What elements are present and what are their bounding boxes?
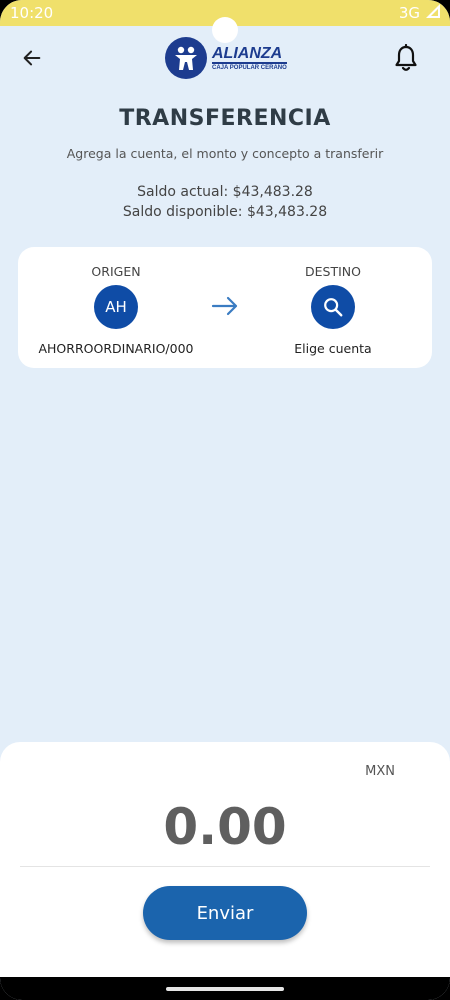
origin-avatar[interactable]: AH: [94, 285, 138, 329]
signal-icon: [426, 4, 440, 22]
send-button[interactable]: Enviar: [143, 886, 307, 940]
transfer-card: ORIGEN AH AHORROORDINARIO/000 DESTINO El…: [18, 247, 432, 368]
currency-label: MXN: [365, 764, 395, 779]
bell-icon: [395, 44, 417, 71]
destination-label: DESTINO: [305, 264, 361, 279]
network-type: 3G: [398, 4, 420, 22]
amount-divider: [20, 866, 430, 867]
logo-emblem-icon: [165, 37, 207, 79]
home-indicator[interactable]: [166, 987, 284, 991]
status-indicators: 3G: [399, 4, 440, 22]
back-button[interactable]: [18, 44, 46, 72]
origin-account[interactable]: ORIGEN AH AHORROORDINARIO/000: [26, 247, 206, 356]
arrow-right-icon: [210, 294, 240, 318]
page-subtitle: Agrega la cuenta, el monto y concepto a …: [66, 146, 384, 161]
search-icon: [324, 298, 343, 317]
origin-label: ORIGEN: [91, 264, 141, 279]
page-title: TRANSFERENCIA: [119, 106, 331, 131]
brand-name: ALIANZA: [212, 45, 287, 64]
destination-search-button[interactable]: [311, 285, 355, 329]
notifications-button[interactable]: [392, 42, 420, 74]
brand-subtitle: CAJA POPULAR CERANO: [212, 65, 287, 71]
amount-sheet: MXN 0.00 Enviar: [0, 742, 450, 977]
system-nav-bar: [0, 977, 450, 1000]
amount-input[interactable]: 0.00: [0, 798, 450, 856]
logo-text: ALIANZA CAJA POPULAR CERANO: [212, 45, 287, 71]
camera-cutout: [212, 17, 238, 43]
status-time: 10:20: [10, 4, 54, 22]
brand-logo: ALIANZA CAJA POPULAR CERANO: [165, 37, 287, 79]
available-balance: Saldo disponible: $43,483.28: [122, 204, 328, 220]
origin-avatar-text: AH: [105, 298, 127, 316]
current-balance: Saldo actual: $43,483.28: [137, 184, 313, 200]
choose-account-link[interactable]: Elige cuenta: [294, 341, 371, 356]
destination-account[interactable]: DESTINO Elige cuenta: [243, 247, 423, 356]
phone-screen: 10:20 3G ALIANZA CAJA POPULAR CERANO TRA…: [0, 0, 450, 1000]
origin-account-name: AHORROORDINARIO/000: [38, 341, 194, 356]
back-arrow-icon: [23, 50, 41, 66]
